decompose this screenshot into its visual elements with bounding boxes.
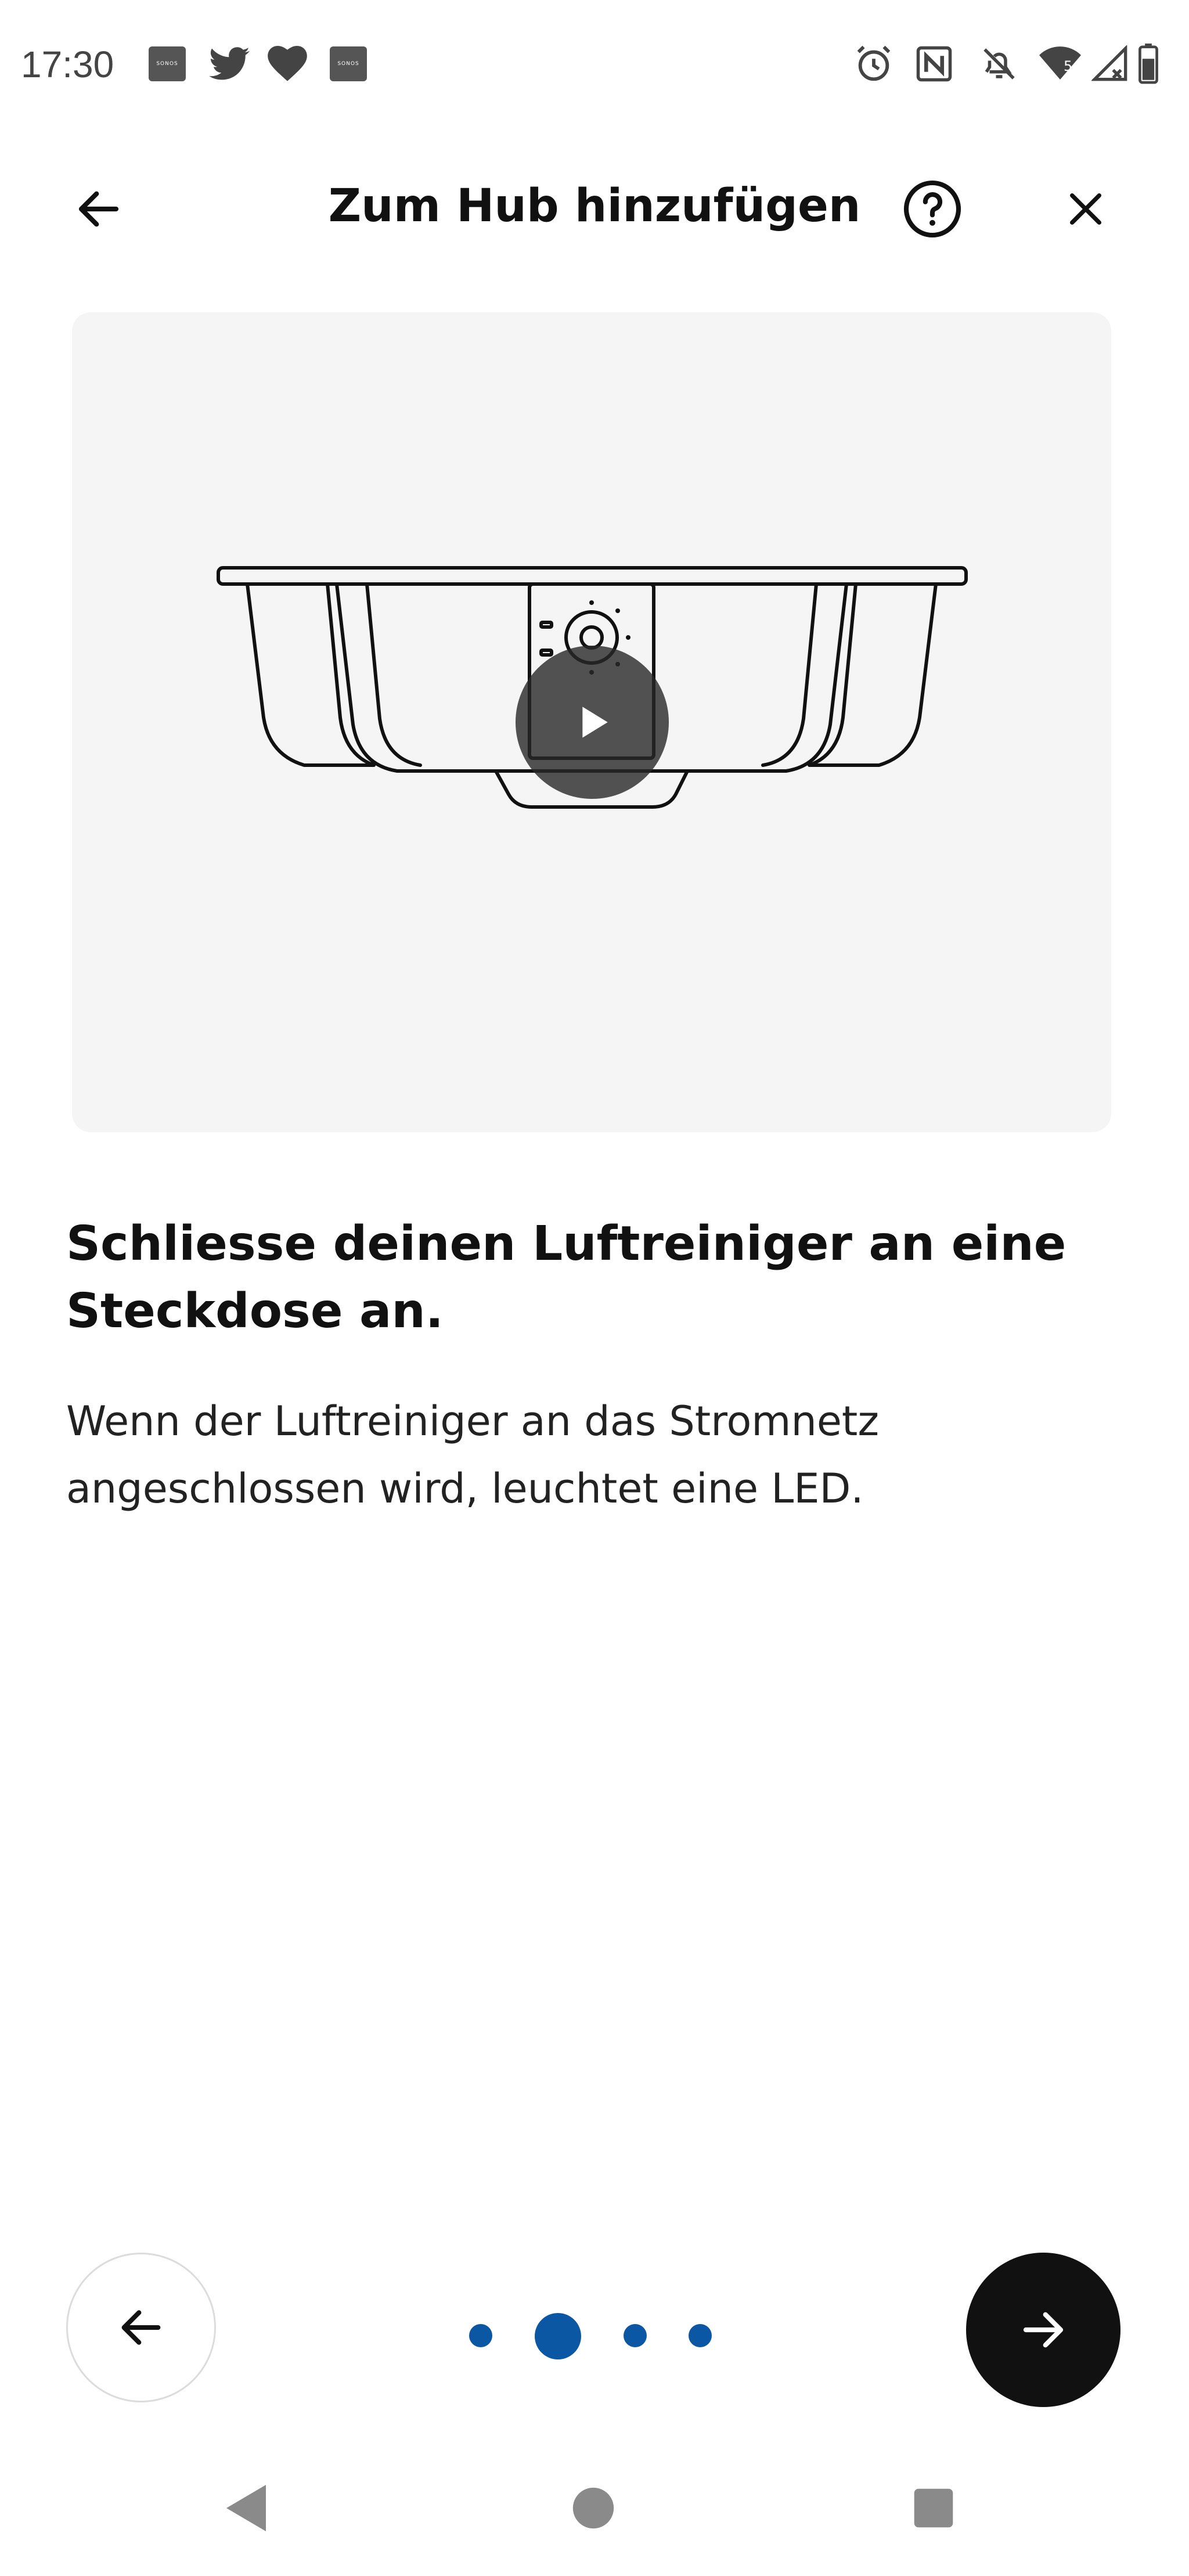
close-icon bbox=[1070, 193, 1101, 225]
twitter-icon bbox=[209, 41, 250, 87]
next-step-button[interactable] bbox=[966, 2253, 1120, 2407]
system-home-button[interactable] bbox=[535, 2450, 651, 2566]
step-dot-active bbox=[535, 2313, 581, 2359]
alarm-icon bbox=[853, 41, 894, 87]
arrow-right-icon bbox=[1023, 2312, 1064, 2348]
sonos-icon: SONOS bbox=[149, 41, 186, 87]
battery-icon bbox=[1138, 41, 1159, 87]
play-button[interactable] bbox=[516, 646, 669, 799]
system-recents-button[interactable] bbox=[875, 2450, 992, 2566]
close-button[interactable] bbox=[1045, 168, 1126, 250]
signal-icon bbox=[1091, 41, 1129, 87]
wifi-icon: 5 bbox=[1039, 41, 1081, 87]
sonos-icon: SONOS bbox=[330, 41, 367, 87]
page-title: Zum Hub hinzufügen bbox=[328, 180, 861, 232]
system-nav-bar bbox=[0, 2450, 1189, 2576]
help-button[interactable] bbox=[892, 168, 973, 250]
status-time: 17:30 bbox=[21, 44, 114, 85]
step-dot bbox=[689, 2324, 712, 2347]
instruction-heading: Schliesse deinen Luftreiniger an eine St… bbox=[66, 1216, 1067, 1339]
system-back-button[interactable] bbox=[189, 2450, 305, 2566]
instruction-body: Wenn der Luftreiniger an das Stromnetz a… bbox=[66, 1397, 880, 1512]
step-dot bbox=[624, 2324, 647, 2347]
heart-icon bbox=[267, 41, 308, 87]
help-circle-icon bbox=[903, 180, 961, 238]
status-bar: 17:30 SONOS SONOS 5 bbox=[0, 0, 1189, 134]
nfc-icon bbox=[915, 41, 953, 87]
triangle-back-icon bbox=[226, 2485, 266, 2531]
play-icon bbox=[582, 707, 608, 738]
square-recents-icon bbox=[914, 2488, 953, 2528]
step-dot bbox=[469, 2324, 492, 2347]
bell-off-icon bbox=[980, 41, 1018, 87]
circle-home-icon bbox=[572, 2487, 614, 2529]
app-bar: Zum Hub hinzufügen bbox=[0, 157, 1189, 261]
svg-text:5: 5 bbox=[1064, 58, 1072, 74]
